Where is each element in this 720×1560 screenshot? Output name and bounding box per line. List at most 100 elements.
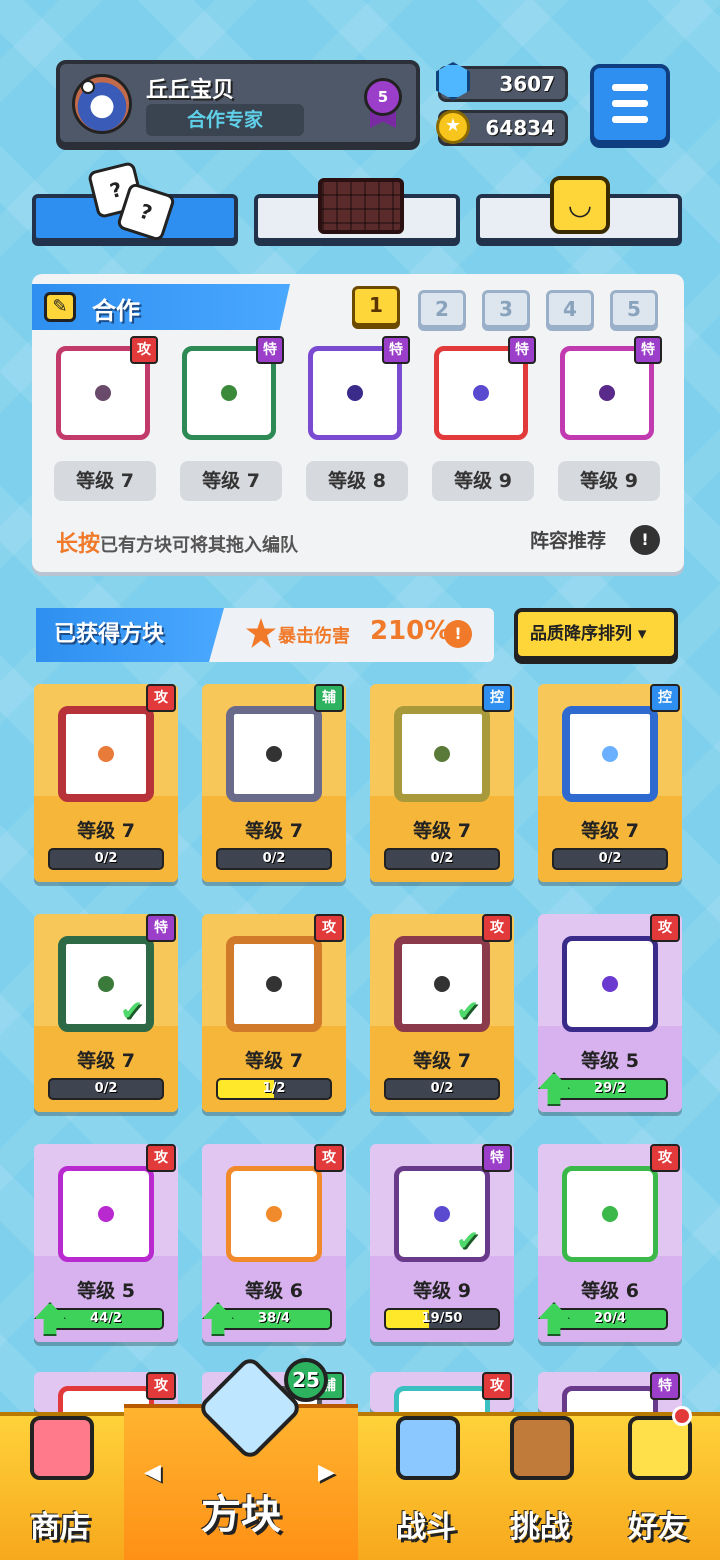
progress-text: 0/2 <box>430 1081 454 1096</box>
progress-text: 20/4 <box>594 1311 626 1326</box>
block-dot-icon <box>266 746 282 762</box>
chocolate-block-icon <box>318 178 404 234</box>
deck-page-5[interactable]: 5 <box>610 290 658 328</box>
rank-badge[interactable]: 5 <box>364 78 402 116</box>
avatar-eye-icon <box>81 80 95 94</box>
block-type-tag: 特 <box>256 336 284 364</box>
block-card[interactable]: 攻等级 7 0/2 <box>34 684 178 882</box>
block-dot-icon <box>98 1206 114 1222</box>
profile-card[interactable]: 丘丘宝贝 合作专家 5 <box>56 60 420 146</box>
checkmark-icon: ✔ <box>456 994 480 1027</box>
block-dot-icon <box>599 385 615 401</box>
block-card[interactable]: 控等级 7 0/2 <box>538 684 682 882</box>
block-tile <box>58 1166 154 1262</box>
block-card[interactable]: 攻等级 5 29/2 <box>538 914 682 1112</box>
progress-text: 0/2 <box>94 1081 118 1096</box>
sort-dropdown[interactable]: 品质降序排列 ▾ <box>514 608 678 660</box>
block-dot-icon <box>221 385 237 401</box>
block-card[interactable]: 攻 <box>370 1372 514 1412</box>
nav-friends[interactable]: 好友 <box>598 1412 718 1560</box>
shop-icon <box>30 1416 94 1480</box>
block-dot-icon <box>602 1206 618 1222</box>
card-level: 等级 6 <box>245 1280 303 1302</box>
deck-slot-level: 等级 7 <box>180 461 282 501</box>
deck-slot[interactable]: 特 <box>300 336 410 446</box>
deck-page-1[interactable]: 1 <box>352 286 400 326</box>
deck-page-3[interactable]: 3 <box>482 290 530 328</box>
nav-shop[interactable]: 商店 <box>0 1412 120 1560</box>
block-card[interactable]: 控等级 7 0/2 <box>370 684 514 882</box>
card-level: 等级 7 <box>77 1050 135 1072</box>
block-tile <box>562 936 658 1032</box>
progress-text: 19/50 <box>421 1311 463 1326</box>
card-level: 等级 7 <box>581 820 639 842</box>
info-icon[interactable]: ! <box>630 525 660 555</box>
block-type-tag: 攻 <box>650 1144 680 1172</box>
block-type-tag: 攻 <box>146 1372 176 1400</box>
nav-battle-label: 战斗 <box>396 1510 456 1545</box>
upgrade-progress-bar: 0/2 <box>48 1078 164 1100</box>
card-level: 等级 7 <box>245 820 303 842</box>
block-tile <box>562 1386 658 1412</box>
block-type-tag: 控 <box>650 684 680 712</box>
block-type-tag: 特 <box>508 336 536 364</box>
block-dot-icon <box>434 976 450 992</box>
coin-icon: ★ <box>436 110 470 144</box>
block-card[interactable]: 辅等级 7 0/2 <box>202 684 346 882</box>
block-tile <box>394 1386 490 1412</box>
nav-friends-label: 好友 <box>628 1510 688 1545</box>
block-card[interactable]: 攻等级 6 38/4 <box>202 1144 346 1342</box>
block-card[interactable]: 攻等级 7 0/2 ✔ <box>370 914 514 1112</box>
block-card[interactable]: 攻等级 7 1/2 <box>202 914 346 1112</box>
player-name: 丘丘宝贝 <box>146 78 235 103</box>
progress-text: 0/2 <box>598 851 622 866</box>
block-card[interactable]: 攻等级 6 20/4 <box>538 1144 682 1342</box>
deck-slot[interactable]: 特 <box>174 336 284 446</box>
deck-page-4[interactable]: 4 <box>546 290 594 328</box>
chevron-left-icon[interactable]: ◀ <box>144 1460 161 1485</box>
edit-icon[interactable]: ✎ <box>44 292 76 322</box>
block-card[interactable]: 特等级 7 0/2 ✔ <box>34 914 178 1112</box>
progress-text: 0/2 <box>94 851 118 866</box>
block-dot-icon <box>434 1206 450 1222</box>
notification-dot <box>672 1406 692 1426</box>
block-type-tag: 攻 <box>482 914 512 942</box>
nav-blocks-label: 方块 <box>201 1492 281 1538</box>
upgrade-progress-bar: 0/2 <box>384 848 500 870</box>
card-level: 等级 7 <box>245 1050 303 1072</box>
deck-page-2[interactable]: 2 <box>418 290 466 328</box>
castle-icon <box>510 1416 574 1480</box>
block-dot-icon <box>473 385 489 401</box>
menu-icon <box>612 84 648 91</box>
block-card[interactable]: 特等级 9 19/50 ✔ <box>370 1144 514 1342</box>
deck-slot[interactable]: 特 <box>552 336 662 446</box>
lineup-recommend-link[interactable]: 阵容推荐 <box>530 526 606 553</box>
block-card[interactable]: 特 <box>538 1372 682 1412</box>
card-level: 等级 9 <box>413 1280 471 1302</box>
chevron-right-icon[interactable]: ▶ <box>318 1460 335 1485</box>
block-dot-icon <box>602 746 618 762</box>
crit-label: 暴击伤害 <box>278 626 350 647</box>
block-type-tag: 特 <box>382 336 410 364</box>
menu-button[interactable] <box>590 64 670 144</box>
progress-text: 0/2 <box>262 851 286 866</box>
block-dot-icon <box>98 976 114 992</box>
nav-challenge[interactable]: 挑战 <box>480 1412 600 1560</box>
block-tile <box>562 1166 658 1262</box>
crit-value: 210% <box>370 616 451 646</box>
menu-icon-line <box>612 116 648 123</box>
card-level: 等级 6 <box>581 1280 639 1302</box>
block-type-tag: 特 <box>146 914 176 942</box>
nav-battle[interactable]: 战斗 <box>366 1412 486 1560</box>
block-type-tag: 攻 <box>146 1144 176 1172</box>
crit-info-icon[interactable]: ! <box>444 620 472 648</box>
upgrade-progress-bar: 19/50 <box>384 1308 500 1330</box>
deck-slot[interactable]: 特 <box>426 336 536 446</box>
block-tile <box>58 706 154 802</box>
block-type-tag: 攻 <box>314 1144 344 1172</box>
player-title: 合作专家 <box>146 104 304 136</box>
block-type-tag: 辅 <box>314 684 344 712</box>
deck-slot[interactable]: 攻 <box>48 336 158 446</box>
drag-hint-text: 已有方块可将其拖入编队 <box>100 535 299 556</box>
block-card[interactable]: 攻等级 5 44/2 <box>34 1144 178 1342</box>
